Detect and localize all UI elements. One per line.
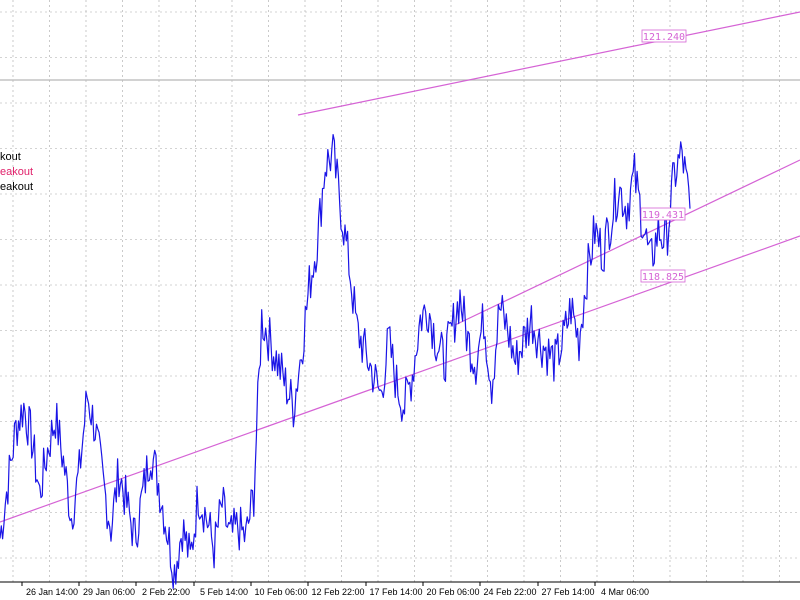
price-chart: 121.240 119.431 118.825 26 Jan 14:00 29 Jan… <box>0 0 800 600</box>
x-tick-label: 24 Feb 22:00 <box>483 587 536 597</box>
legend-item-2: eakout <box>0 166 34 178</box>
x-tick-label: 20 Feb 06:00 <box>426 587 479 597</box>
price-label: 119.431 <box>642 210 684 221</box>
x-tick-label: 27 Feb 14:00 <box>541 587 594 597</box>
x-tick-label: 4 Mar 06:00 <box>601 587 649 597</box>
x-tick-label: 17 Feb 14:00 <box>369 587 422 597</box>
price-label: 118.825 <box>642 272 684 283</box>
x-tick-label: 29 Jan 06:00 <box>83 587 135 597</box>
legend-item-3: eakout <box>0 181 34 193</box>
price-label: 121.240 <box>643 32 685 43</box>
x-tick-label: 26 Jan 14:00 <box>26 587 78 597</box>
x-tick-label: 10 Feb 06:00 <box>254 587 307 597</box>
legend: kout eakout eakout <box>0 150 33 195</box>
x-tick-label: 5 Feb 14:00 <box>200 587 248 597</box>
x-tick-label: 2 Feb 22:00 <box>142 587 190 597</box>
x-tick-label: 12 Feb 22:00 <box>311 587 364 597</box>
legend-item-1: kout <box>0 151 21 163</box>
